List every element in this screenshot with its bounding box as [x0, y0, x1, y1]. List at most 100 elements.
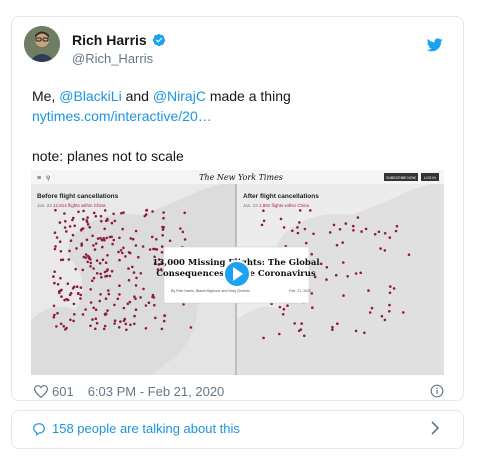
menu-icon[interactable]: ≡: [37, 175, 41, 182]
flight-dot: [282, 307, 286, 311]
flight-dot: [142, 287, 145, 291]
flight-dot: [304, 241, 308, 245]
flight-dot: [395, 224, 399, 228]
chevron-right-icon[interactable]: [430, 421, 440, 435]
flight-dot: [69, 318, 72, 322]
flight-dot: [79, 293, 83, 297]
media-video-preview[interactable]: ≡ ⚲ The New York Times SUBSCRIBE NOW LOG…: [31, 170, 444, 375]
flight-dot: [101, 258, 105, 262]
flight-dot: [55, 325, 58, 328]
flight-dot: [89, 288, 92, 291]
info-icon[interactable]: [430, 384, 444, 398]
flight-dot: [133, 295, 136, 298]
like-count[interactable]: 601: [52, 384, 74, 399]
flight-dot: [95, 321, 99, 325]
mention-nirajc[interactable]: @NirajC: [153, 88, 206, 104]
flight-dot: [311, 306, 314, 309]
flight-dot: [160, 251, 164, 254]
flight-dot: [89, 265, 92, 268]
text-segment: and: [121, 88, 153, 104]
search-icon[interactable]: ⚲: [46, 175, 50, 182]
twitter-bird-icon[interactable]: [427, 38, 443, 52]
author-handle[interactable]: @Rich_Harris: [72, 51, 153, 66]
flight-dot: [161, 228, 165, 231]
flight-dot: [325, 266, 329, 269]
flight-dot: [93, 248, 97, 251]
flight-dot: [342, 261, 345, 264]
flight-dot: [80, 244, 83, 247]
flight-dot: [286, 304, 289, 307]
flight-dot: [110, 269, 114, 273]
flight-dot: [121, 251, 124, 255]
play-button-icon[interactable]: [223, 260, 251, 288]
flight-dot: [59, 276, 62, 280]
flight-dot: [145, 209, 148, 212]
flight-dot: [60, 295, 63, 298]
headline-date: Feb. 21, 2020: [289, 289, 311, 293]
flight-dot: [94, 308, 98, 311]
heart-icon[interactable]: [34, 385, 48, 398]
flight-dot: [79, 297, 82, 300]
flight-dot: [262, 209, 265, 212]
flight-dot: [303, 334, 306, 338]
flight-dot: [113, 303, 116, 307]
flight-dot: [352, 224, 355, 228]
talking-link[interactable]: 158 people are talking about this: [32, 421, 240, 436]
flight-dot: [379, 247, 382, 250]
flight-dot: [99, 293, 102, 296]
flight-dot: [103, 270, 107, 274]
flight-dot: [117, 326, 121, 329]
flight-dot: [153, 303, 156, 307]
flight-dot: [82, 217, 85, 221]
flight-dot: [60, 288, 63, 292]
flight-dot: [53, 281, 56, 285]
tweet-link[interactable]: nytimes.com/interactive/20…: [32, 106, 452, 126]
flight-dot: [359, 271, 363, 275]
flight-dot: [113, 322, 116, 325]
flight-dot: [73, 313, 76, 316]
flight-dot: [102, 327, 106, 331]
flight-dot: [282, 226, 286, 229]
flight-dot: [388, 291, 392, 295]
flight-dot: [98, 262, 102, 265]
flight-dot: [148, 248, 152, 251]
avatar[interactable]: [24, 26, 60, 62]
flight-dot: [125, 328, 128, 332]
flight-dot: [72, 285, 76, 289]
flight-dot: [388, 236, 392, 239]
flight-dot: [182, 303, 185, 306]
flight-dot: [260, 223, 264, 227]
flight-dot: [155, 248, 159, 251]
author-name[interactable]: Rich Harris: [72, 32, 147, 48]
flight-dot: [128, 300, 132, 304]
flight-dot: [116, 297, 120, 301]
timestamp[interactable]: 6:03 PM - Feb 21, 2020: [88, 384, 225, 399]
flight-dot: [122, 306, 126, 310]
flight-dot: [160, 245, 164, 248]
flight-dot: [373, 232, 377, 236]
mention-blackili[interactable]: @BlackiLi: [59, 88, 121, 104]
flight-dot: [367, 289, 370, 292]
flight-dot: [90, 279, 94, 283]
flight-dot: [131, 237, 135, 241]
flight-dot: [65, 326, 68, 330]
flight-dot: [127, 267, 130, 270]
flight-dot: [160, 327, 164, 331]
flight-dot: [77, 210, 80, 214]
flight-dot: [121, 227, 124, 231]
flight-dot: [119, 249, 123, 252]
flight-dot: [383, 318, 387, 322]
flight-dot: [368, 311, 372, 314]
flight-dot: [346, 275, 350, 278]
flight-dot: [163, 314, 167, 317]
flight-dot: [71, 233, 75, 237]
flight-dot: [354, 329, 358, 333]
flight-dot: [124, 255, 127, 258]
flight-dot: [183, 238, 187, 241]
flight-dot: [106, 309, 109, 312]
flight-dot: [107, 289, 110, 292]
flight-dot: [352, 229, 355, 232]
flight-dot: [394, 229, 398, 233]
flight-dot: [92, 306, 95, 310]
